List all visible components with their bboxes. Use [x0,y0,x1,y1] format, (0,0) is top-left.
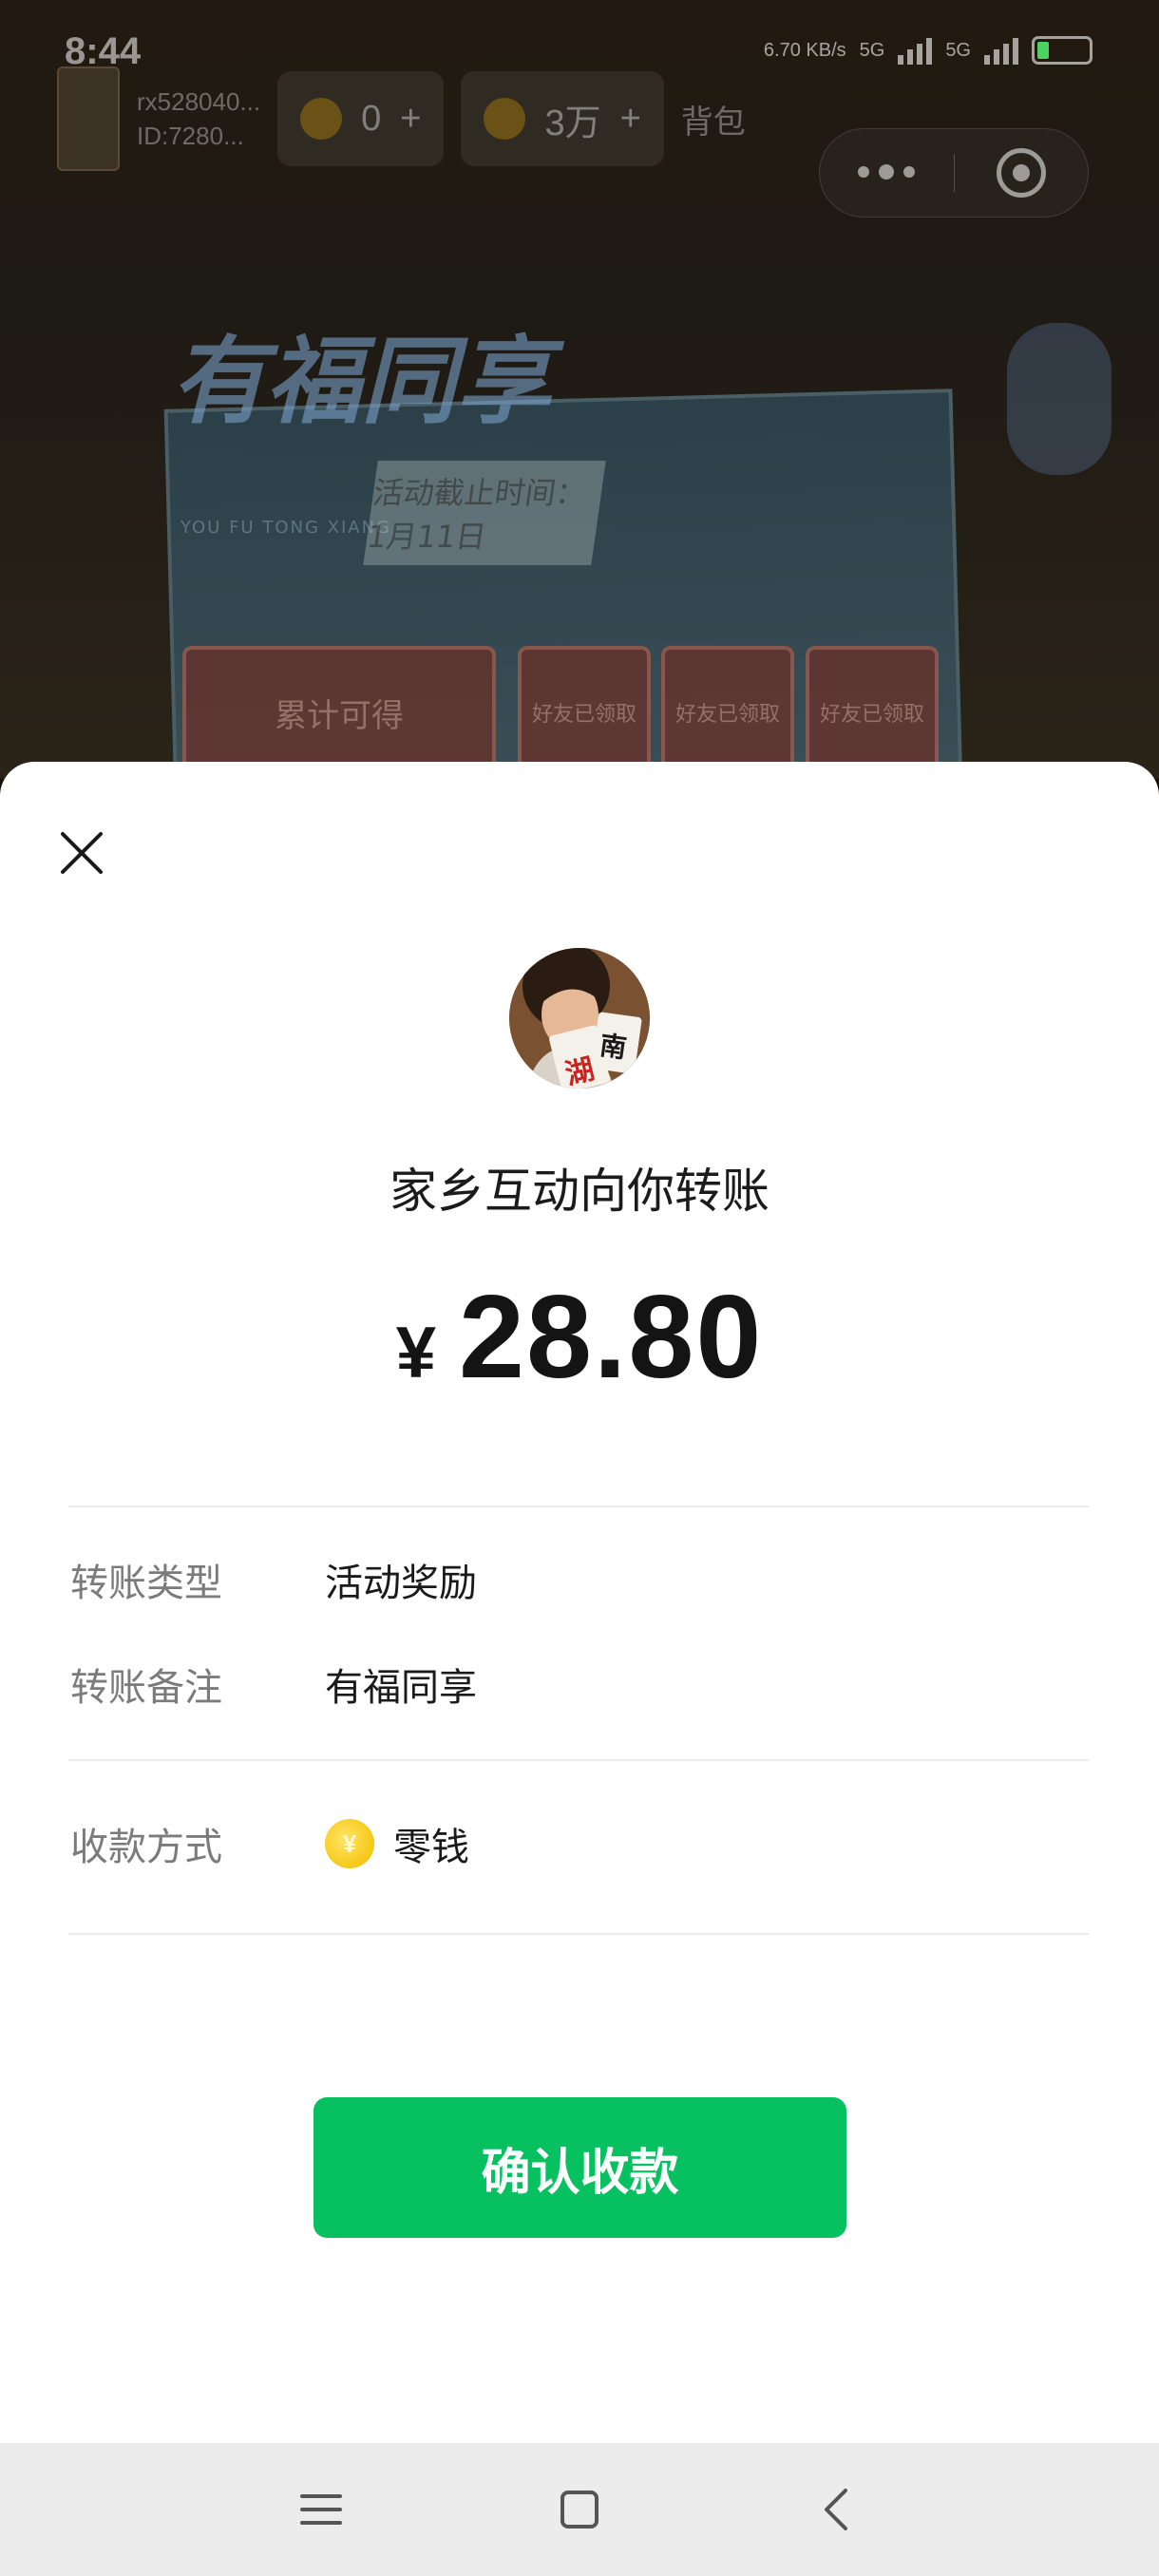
exit-miniprogram-icon[interactable] [954,148,1088,198]
back-icon[interactable] [809,2481,866,2538]
signal-icon-2 [984,36,1018,65]
game-bean-counter: 3万 + [461,71,664,166]
payment-method-value: 零钱 [393,1826,469,1869]
game-coin-counter: 0 + [277,71,445,166]
transfer-amount: ¥ 28.80 [0,1270,1159,1405]
detail-value: 活动奖励 [325,1562,477,1605]
more-options-icon[interactable] [820,164,954,180]
close-button[interactable] [57,828,106,878]
game-topbar: rx528040... ID:7280... 0 + 3万 + 背包 [57,66,836,171]
signal-label-2: 5G [945,39,971,61]
divider [68,1759,1089,1761]
game-username: rx528040... [137,87,261,116]
plus-icon: + [619,98,641,139]
detail-row-note: 转账备注 有福同享 [70,1657,1091,1712]
amount-value: 28.80 [458,1272,764,1403]
coin-icon [300,98,343,140]
payment-method[interactable]: ¥ 零钱 [325,1816,469,1871]
menu-icon[interactable] [293,2481,350,2538]
coin-value: 0 [361,98,382,139]
detail-label: 转账类型 [70,1562,222,1605]
bean-value: 3万 [544,103,601,143]
home-icon[interactable] [551,2481,608,2538]
signal-icon [898,36,933,65]
divider [68,1506,1089,1507]
system-nav-bar [0,2443,1159,2576]
side-reward-icon [1007,323,1112,475]
battery-icon [1032,36,1092,65]
currency-symbol: ¥ [395,1313,436,1393]
promo-card-friend: 好友已领取 [518,646,651,779]
promo-card-accumulated: 累计可得 [182,646,496,779]
miniprogram-capsule[interactable] [819,128,1089,218]
promo-subtitle: YOU FU TONG XIANG [180,518,391,538]
close-icon [61,832,103,874]
promo-title: 有福同享 [171,326,551,437]
payer-line: 家乡互动向你转账 [390,1164,770,1219]
status-indicators: 6.70 KB/s 5G 5G [764,36,1092,65]
detail-label: 转账备注 [70,1666,222,1710]
payment-method-row[interactable]: 收款方式 ¥ 零钱 [70,1816,1091,1871]
game-user-id: ID:7280... [137,122,244,150]
svg-text:南: 南 [598,1030,628,1065]
divider [68,1933,1089,1935]
game-avatar [57,66,120,171]
transfer-sheet: 湖 南 家乡互动向你转账 ¥ 28.80 转账类型 活动奖励 转账备注 有福同享… [0,762,1159,2443]
payment-method-label: 收款方式 [70,1826,222,1869]
bag-label: 背包 [680,103,746,142]
coin-icon: ¥ [325,1819,374,1868]
promo-card-friend: 好友已领取 [661,646,794,779]
promo-deadline: 活动截止时间：1月11日 [363,461,606,565]
detail-row-type: 转账类型 活动奖励 [70,1552,1091,1607]
payer-avatar: 湖 南 [509,948,650,1089]
confirm-receive-button[interactable]: 确认收款 [314,2097,846,2238]
net-speed: 6.70 KB/s [763,39,846,61]
bean-icon [484,98,526,140]
game-user-info: rx528040... ID:7280... [137,85,260,153]
background-game-screen: 8:44 6.70 KB/s 5G 5G rx528040... ID:7280… [0,0,1159,779]
plus-icon: + [400,98,422,139]
signal-label-1: 5G [859,39,885,61]
detail-value: 有福同享 [325,1666,477,1710]
promo-card-friend: 好友已领取 [806,646,939,779]
